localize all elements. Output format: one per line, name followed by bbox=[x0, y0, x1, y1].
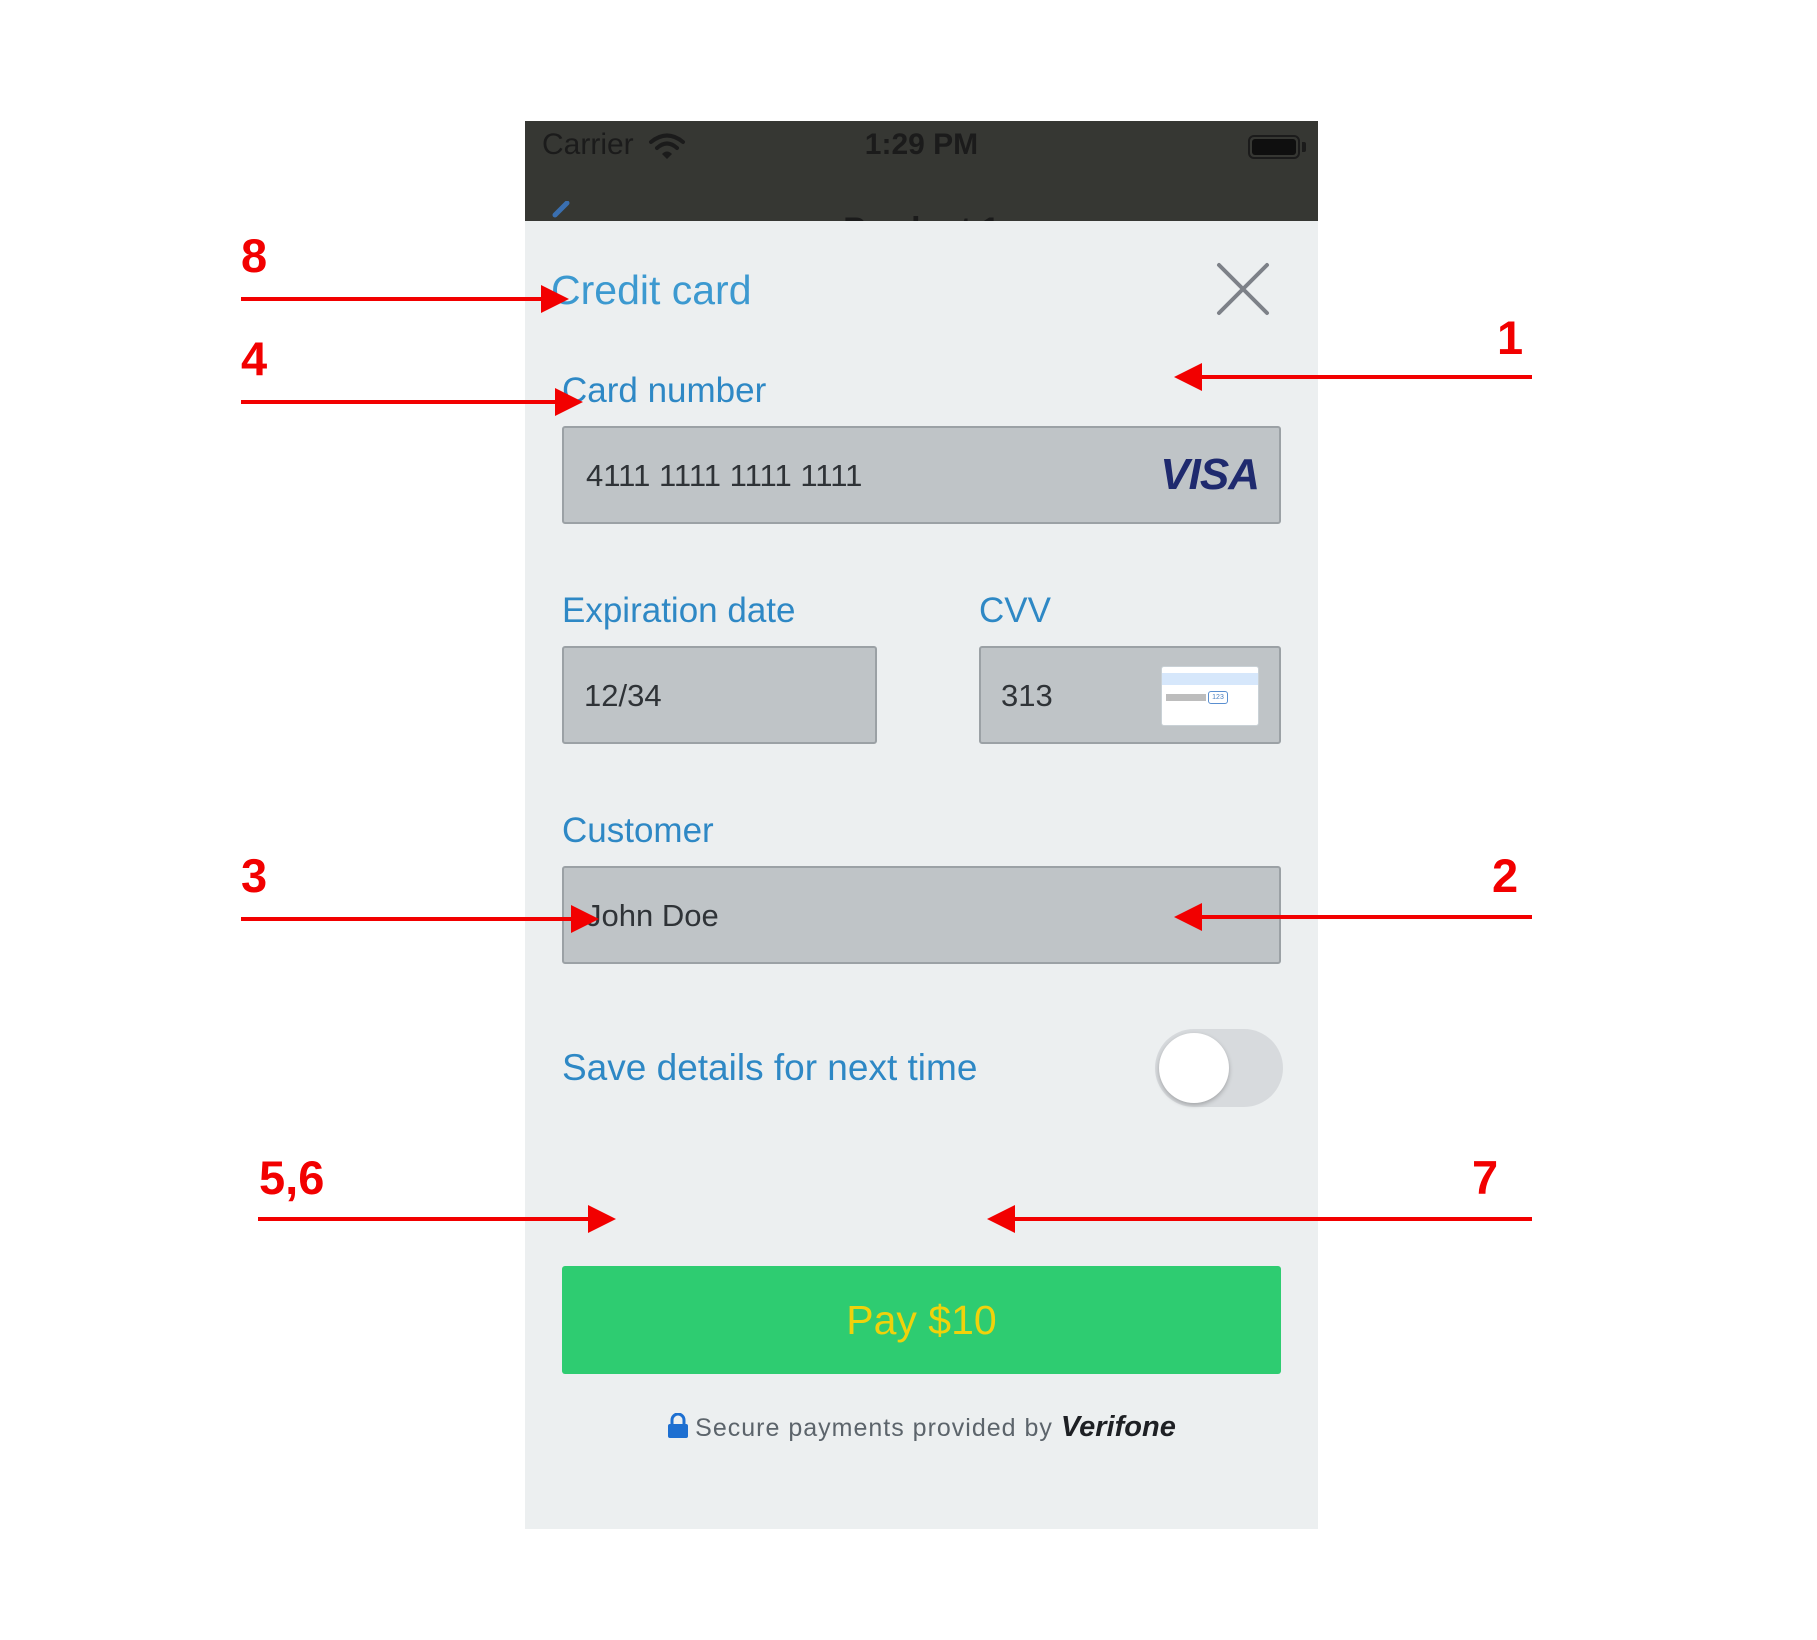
lock-icon bbox=[668, 1412, 689, 1438]
toggle-knob bbox=[1159, 1033, 1229, 1103]
cvv-value: 313 bbox=[1001, 678, 1053, 713]
close-button[interactable] bbox=[1215, 261, 1271, 317]
annotation-arrowhead-7 bbox=[987, 1205, 1015, 1233]
annotation-arrowhead-3 bbox=[571, 905, 599, 933]
expiration-label: Expiration date bbox=[562, 591, 796, 630]
annotation-number-5-6: 5,6 bbox=[259, 1151, 325, 1204]
battery-icon bbox=[1248, 135, 1300, 159]
annotation-arrow-1 bbox=[1202, 375, 1532, 379]
nav-title: Product 1 bbox=[525, 197, 1318, 221]
card-number-value: 4111 1111 1111 1111 bbox=[586, 458, 863, 493]
verifone-logo: Verifone bbox=[1060, 1411, 1176, 1443]
annotation-arrow-7 bbox=[1015, 1217, 1532, 1221]
battery-tip bbox=[1302, 142, 1306, 152]
cvv-hint: 123 bbox=[1208, 691, 1228, 704]
annotation-arrow-8 bbox=[241, 297, 541, 301]
annotation-arrowhead-1 bbox=[1174, 363, 1202, 391]
visa-logo: VISA bbox=[1160, 450, 1260, 499]
cvv-label: CVV bbox=[979, 591, 1051, 630]
annotation-arrowhead-2 bbox=[1174, 903, 1202, 931]
save-details-label: Save details for next time bbox=[562, 1047, 978, 1088]
cvv-field[interactable]: 313 123 bbox=[979, 646, 1281, 744]
annotation-number-7: 7 bbox=[1472, 1151, 1499, 1204]
expiration-field[interactable]: 12/34 bbox=[562, 646, 877, 744]
sheet-title: Credit card bbox=[551, 267, 752, 313]
annotation-arrowhead-5-6 bbox=[588, 1205, 616, 1233]
expiration-value: 12/34 bbox=[584, 678, 662, 713]
pay-button[interactable]: Pay $10 bbox=[562, 1266, 1281, 1374]
annotation-number-1: 1 bbox=[1497, 311, 1524, 364]
status-bar: Carrier 1:29 PM Product 1 bbox=[525, 121, 1318, 221]
annotation-arrow-5-6 bbox=[258, 1217, 588, 1221]
close-icon bbox=[1217, 263, 1269, 315]
annotation-number-4: 4 bbox=[241, 332, 268, 385]
clock: 1:29 PM bbox=[864, 128, 979, 161]
secure-payments-footer: Secure payments provided by Verifone bbox=[525, 1411, 1318, 1444]
customer-value: John Doe bbox=[586, 898, 719, 933]
secure-payments-text: Secure payments provided by bbox=[695, 1414, 1053, 1442]
card-number-label: Card number bbox=[562, 371, 767, 410]
annotation-arrow-2 bbox=[1202, 915, 1532, 919]
card-number-field[interactable]: 4111 1111 1111 1111 VISA bbox=[562, 426, 1281, 524]
annotation-arrow-4 bbox=[241, 400, 555, 404]
annotation-arrowhead-4 bbox=[555, 388, 583, 416]
save-details-toggle[interactable] bbox=[1155, 1029, 1283, 1107]
annotation-arrow-3 bbox=[241, 917, 571, 921]
customer-label: Customer bbox=[562, 811, 714, 850]
cvv-card-icon: 123 bbox=[1161, 666, 1259, 726]
annotation-number-8: 8 bbox=[241, 229, 268, 282]
phone-screen: Carrier 1:29 PM Product 1 Credit card Ca… bbox=[525, 121, 1318, 1529]
pay-button-label: Pay $10 bbox=[846, 1297, 997, 1343]
annotation-number-3: 3 bbox=[241, 849, 268, 902]
annotation-arrowhead-8 bbox=[541, 285, 569, 313]
credit-card-sheet: Credit card Card number 4111 1111 1111 1… bbox=[525, 221, 1318, 1529]
annotation-number-2: 2 bbox=[1492, 849, 1519, 902]
